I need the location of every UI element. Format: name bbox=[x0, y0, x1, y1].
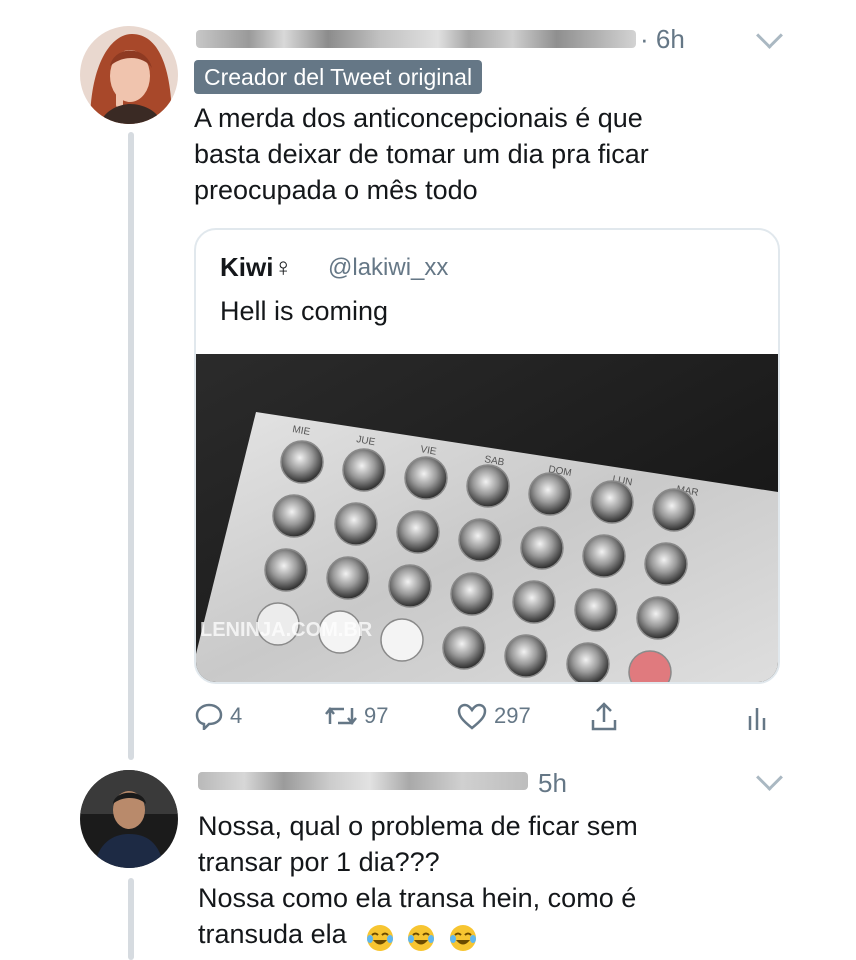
reply-button[interactable]: 4 bbox=[194, 702, 242, 730]
author-name-redacted bbox=[196, 30, 636, 48]
like-count: 297 bbox=[494, 703, 531, 728]
heart-icon bbox=[457, 703, 487, 730]
pill-cell bbox=[450, 572, 494, 616]
pill-blister-image: MIEJUEVIESABDOMLUNMAR LENINJA.COM.BR bbox=[196, 354, 778, 682]
tears-of-joy-emoji-icon bbox=[366, 924, 393, 951]
tweet-text-line: basta deixar de tomar um dia pra ficar bbox=[194, 139, 649, 169]
tweet-time[interactable]: · 6h bbox=[640, 24, 685, 55]
pill-cell bbox=[466, 464, 510, 508]
reply-count: 4 bbox=[230, 703, 243, 728]
thread-line-lower bbox=[128, 878, 134, 960]
pill-cell bbox=[528, 472, 572, 516]
tweet-text: A merda dos anticoncepcionais é que bast… bbox=[194, 100, 649, 208]
pill-cell bbox=[342, 448, 386, 492]
avatar-reply-author[interactable] bbox=[80, 770, 178, 868]
retweet-button[interactable]: 97 bbox=[324, 702, 388, 730]
pill-cell bbox=[504, 634, 548, 678]
analytics-icon bbox=[748, 708, 766, 730]
pill-cell bbox=[458, 518, 502, 562]
chevron-down-icon[interactable] bbox=[756, 764, 783, 791]
analytics-button[interactable] bbox=[746, 702, 774, 732]
pill-cell bbox=[404, 456, 448, 500]
pill-cell bbox=[334, 502, 378, 546]
pill-cell bbox=[566, 642, 610, 682]
pill-cell bbox=[652, 488, 696, 532]
pill-cell bbox=[442, 626, 486, 670]
reply-text-line: Nossa como ela transa hein, como é bbox=[198, 883, 637, 913]
share-button[interactable] bbox=[590, 702, 624, 732]
quoted-author-handle: @lakiwi_xx bbox=[328, 254, 449, 281]
tweet-actions: 4 97 297 bbox=[194, 702, 774, 742]
reply-tweet-text: Nossa, qual o problema de ficar sem tran… bbox=[198, 808, 638, 954]
reply-author-name-redacted bbox=[198, 772, 528, 790]
reply-icon bbox=[195, 703, 223, 730]
pill-cell bbox=[520, 526, 564, 570]
quoted-author-name: Kiwi♀ bbox=[220, 252, 293, 282]
tweet-text-line: preocupada o mês todo bbox=[194, 175, 478, 205]
quoted-tweet-image[interactable]: MIE JUE VIE SAB DOM LUN MAR LENINJA.COM.BR bbox=[196, 354, 778, 682]
retweet-icon bbox=[325, 706, 357, 726]
pill-cell bbox=[380, 618, 424, 662]
pill-cell bbox=[264, 548, 308, 592]
reply-text-line: Nossa, qual o problema de ficar sem bbox=[198, 811, 638, 841]
chevron-down-icon[interactable] bbox=[756, 22, 783, 49]
pill-cell bbox=[582, 534, 626, 578]
share-icon bbox=[591, 702, 617, 731]
pill-cell bbox=[326, 556, 370, 600]
reply-text-line: transuda ela bbox=[198, 919, 347, 949]
quoted-tweet-card[interactable]: Kiwi♀ @lakiwi_xx Hell is coming MIE JUE … bbox=[194, 228, 780, 684]
avatar-original-author[interactable] bbox=[80, 26, 178, 124]
like-button[interactable]: 297 bbox=[456, 702, 531, 730]
pill-cell bbox=[644, 542, 688, 586]
tweet-text-line: A merda dos anticoncepcionais é que bbox=[194, 103, 643, 133]
reply-time[interactable]: 5h bbox=[538, 768, 567, 799]
pill-cell bbox=[636, 596, 680, 640]
quoted-tweet-text: Hell is coming bbox=[220, 296, 389, 326]
pill-cell bbox=[590, 480, 634, 524]
emoji-group bbox=[365, 918, 482, 954]
pill-cell bbox=[574, 588, 618, 632]
pill-cell bbox=[512, 580, 556, 624]
retweet-count: 97 bbox=[364, 703, 389, 728]
tears-of-joy-emoji-icon bbox=[449, 924, 476, 951]
pill-cell bbox=[396, 510, 440, 554]
pill-cell bbox=[280, 440, 324, 484]
image-watermark: LENINJA.COM.BR bbox=[200, 619, 373, 641]
thread-line bbox=[128, 132, 134, 760]
pill-cell bbox=[388, 564, 432, 608]
reply-text-line: transar por 1 dia??? bbox=[198, 847, 440, 877]
original-creator-badge: Creador del Tweet original bbox=[194, 60, 483, 94]
pill-cell bbox=[272, 494, 316, 538]
tears-of-joy-emoji-icon bbox=[408, 924, 435, 951]
